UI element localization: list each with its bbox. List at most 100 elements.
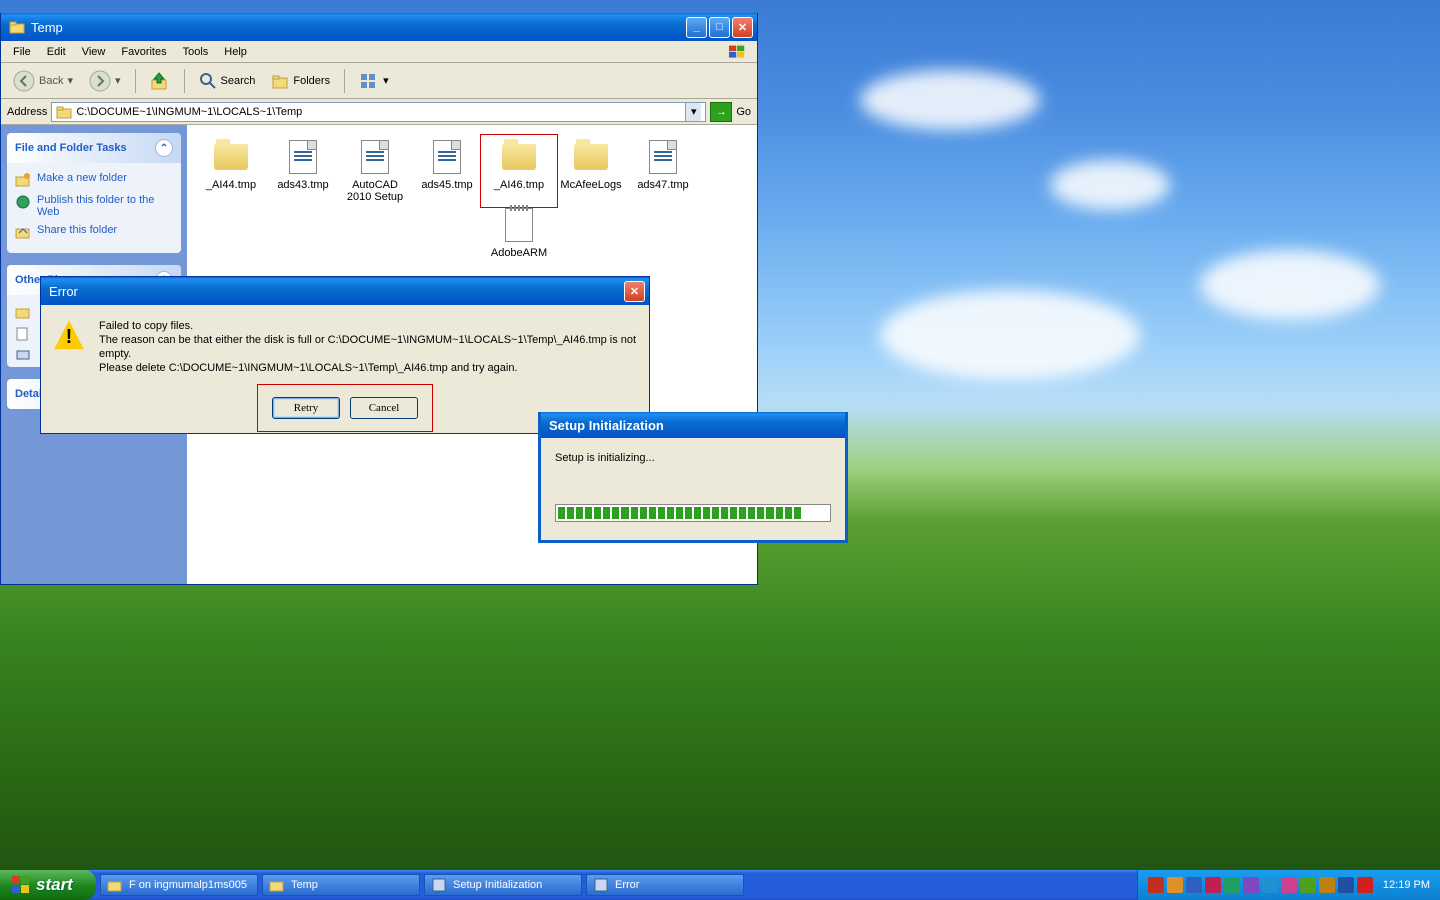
task-label: Make a new folder [37, 172, 127, 184]
tray-icon[interactable] [1186, 877, 1202, 893]
taskbar-button[interactable]: Temp [262, 874, 420, 896]
folder-up-icon [150, 71, 170, 91]
address-dropdown[interactable]: ▾ [685, 103, 701, 121]
error-line3: Please delete C:\DOCUME~1\INGMUM~1\LOCAL… [99, 361, 637, 375]
search-button[interactable]: Search [193, 68, 262, 94]
progress-segment [603, 507, 610, 519]
taskbar-app-icon [431, 877, 447, 893]
tray-icon[interactable] [1262, 877, 1278, 893]
progress-segment [766, 507, 773, 519]
warning-icon [53, 319, 85, 351]
go-button[interactable]: → [710, 102, 732, 122]
file-item[interactable]: AdobeARM [483, 205, 555, 261]
taskbar-button[interactable]: F on ingmumalp1ms005 [100, 874, 258, 896]
tray-icon[interactable] [1357, 877, 1373, 893]
task-label: Share this folder [37, 224, 117, 236]
progress-segment [739, 507, 746, 519]
taskbar-button[interactable]: Setup Initialization [424, 874, 582, 896]
tray-icon[interactable] [1300, 877, 1316, 893]
progress-segment [658, 507, 665, 519]
tray-icon[interactable] [1338, 877, 1354, 893]
file-icon [645, 139, 681, 175]
minimize-button[interactable]: _ [686, 17, 707, 38]
tray-icon[interactable] [1224, 877, 1240, 893]
setup-titlebar[interactable]: Setup Initialization [541, 412, 845, 438]
task-new-folder[interactable]: Make a new folder [15, 169, 173, 191]
file-item[interactable]: _AI46.tmp [483, 137, 555, 205]
up-button[interactable] [144, 67, 176, 95]
progress-segment [594, 507, 601, 519]
tasks-panel-header[interactable]: File and Folder Tasks ⌃ [7, 133, 181, 163]
computer-icon [15, 348, 31, 364]
taskbar-app-icon [269, 877, 285, 893]
taskbar-app-icon [593, 877, 609, 893]
task-share[interactable]: Share this folder [15, 221, 173, 243]
menu-file[interactable]: File [5, 43, 39, 61]
maximize-button[interactable]: □ [709, 17, 730, 38]
new-folder-icon [15, 172, 31, 188]
folder-icon [9, 19, 25, 35]
cancel-button[interactable]: Cancel [350, 397, 418, 419]
taskbar-button[interactable]: Error [586, 874, 744, 896]
file-item[interactable]: ads45.tmp [411, 137, 483, 205]
file-label: AdobeARM [491, 247, 547, 259]
taskbar: start F on ingmumalp1ms005 TempSetup Init… [0, 870, 1440, 900]
menu-help[interactable]: Help [216, 43, 255, 61]
progress-segment [803, 507, 810, 519]
tray-icon[interactable] [1205, 877, 1221, 893]
folders-button[interactable]: Folders [265, 68, 336, 94]
tray-icon[interactable] [1319, 877, 1335, 893]
file-label: _AI44.tmp [206, 179, 256, 191]
tray-icon[interactable] [1243, 877, 1259, 893]
close-button[interactable]: ✕ [732, 17, 753, 38]
go-label: Go [736, 106, 751, 118]
menu-tools[interactable]: Tools [175, 43, 217, 61]
addressbar: Address C:\DOCUME~1\INGMUM~1\LOCALS~1\Te… [1, 99, 757, 125]
progress-segment [585, 507, 592, 519]
forward-button[interactable]: ▾ [83, 66, 127, 96]
menu-edit[interactable]: Edit [39, 43, 74, 61]
back-button[interactable]: Back ▾ [7, 66, 79, 96]
folder-icon [56, 104, 72, 120]
error-titlebar[interactable]: Error ✕ [41, 277, 649, 305]
progress-segment [640, 507, 647, 519]
error-message-text: Failed to copy files. The reason can be … [99, 319, 637, 375]
progress-segment [667, 507, 674, 519]
progress-segment [694, 507, 701, 519]
cloud-decoration [1200, 250, 1380, 320]
file-item[interactable]: ads43.tmp [267, 137, 339, 205]
retry-button[interactable]: Retry [272, 397, 340, 419]
task-publish[interactable]: Publish this folder to the Web [15, 191, 173, 221]
views-button[interactable]: ▾ [353, 68, 395, 94]
start-label: start [36, 875, 73, 895]
menubar: File Edit View Favorites Tools Help [1, 41, 757, 63]
menu-favorites[interactable]: Favorites [113, 43, 174, 61]
address-input[interactable]: C:\DOCUME~1\INGMUM~1\LOCALS~1\Temp ▾ [51, 102, 706, 122]
file-item[interactable]: _AI44.tmp [195, 137, 267, 205]
menu-view[interactable]: View [74, 43, 114, 61]
explorer-titlebar[interactable]: Temp _ □ ✕ [1, 13, 757, 41]
close-button[interactable]: ✕ [624, 281, 645, 302]
panel-header-label: File and Folder Tasks [15, 142, 127, 154]
explorer-title: Temp [31, 20, 63, 35]
tray-icon[interactable] [1148, 877, 1164, 893]
error-line1: Failed to copy files. [99, 319, 637, 333]
system-tray[interactable]: 12:19 PM [1137, 870, 1440, 900]
chevron-down-icon: ▾ [383, 74, 389, 87]
taskbar-button-label: F on ingmumalp1ms005 [129, 879, 247, 891]
file-item[interactable]: McAfeeLogs [555, 137, 627, 205]
start-button[interactable]: start [0, 870, 96, 900]
tray-icon[interactable] [1167, 877, 1183, 893]
taskbar-app-icon [107, 877, 123, 893]
progress-segment [631, 507, 638, 519]
chevron-down-icon: ▾ [67, 74, 73, 87]
globe-icon [15, 194, 31, 210]
folder-icon [501, 139, 537, 175]
tray-icon[interactable] [1281, 877, 1297, 893]
error-line2: The reason can be that either the disk i… [99, 333, 637, 361]
error-title: Error [49, 284, 78, 299]
file-label: ads45.tmp [421, 179, 472, 191]
file-item[interactable]: ads47.tmp [627, 137, 699, 205]
file-item[interactable]: AutoCAD 2010 Setup [339, 137, 411, 205]
chevron-down-icon: ▾ [115, 74, 121, 87]
